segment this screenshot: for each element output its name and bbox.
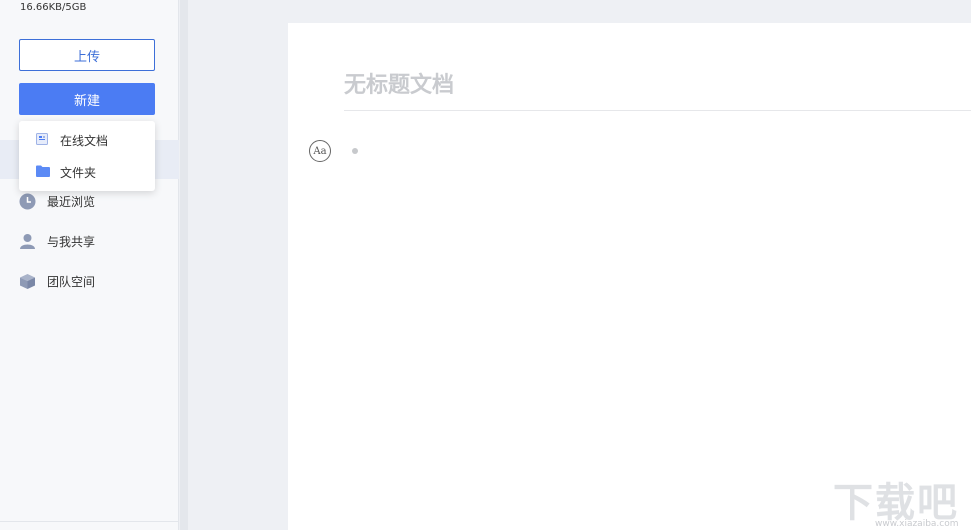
- document-page[interactable]: 无标题文档: [288, 23, 971, 530]
- sidebar-item-label: 最近浏览: [47, 194, 96, 209]
- sidebar-gutter: [180, 0, 188, 530]
- menu-item-label: 文件夹: [60, 165, 97, 180]
- online-doc-icon: [36, 133, 50, 147]
- empty-line-bullet: [352, 148, 358, 154]
- new-button[interactable]: 新建: [19, 83, 155, 115]
- menu-item-label: 在线文档: [60, 133, 109, 148]
- sidebar: 16.66KB/5GB 上传 新建 最近浏览 与我共享 团队空间: [0, 0, 179, 530]
- clock-icon: [18, 192, 36, 210]
- document-title-placeholder[interactable]: 无标题文档: [344, 67, 454, 99]
- sidebar-item-shared[interactable]: 与我共享: [18, 231, 95, 251]
- menu-item-online-doc[interactable]: 在线文档: [19, 124, 155, 156]
- storage-usage: 16.66KB/5GB: [20, 2, 87, 13]
- new-dropdown-menu: 在线文档 文件夹: [19, 121, 155, 191]
- sidebar-item-label: 团队空间: [47, 274, 96, 289]
- folder-icon: [36, 165, 50, 179]
- upload-button[interactable]: 上传: [19, 39, 155, 71]
- sidebar-item-label: 与我共享: [47, 234, 96, 249]
- text-format-button[interactable]: Aa: [309, 140, 331, 162]
- cube-icon: [18, 272, 36, 290]
- sidebar-item-team[interactable]: 团队空间: [18, 271, 95, 291]
- sidebar-divider: [0, 521, 179, 522]
- menu-item-folder[interactable]: 文件夹: [19, 156, 155, 188]
- person-icon: [18, 232, 36, 250]
- sidebar-item-recent[interactable]: 最近浏览: [18, 191, 95, 211]
- title-divider: [344, 110, 971, 111]
